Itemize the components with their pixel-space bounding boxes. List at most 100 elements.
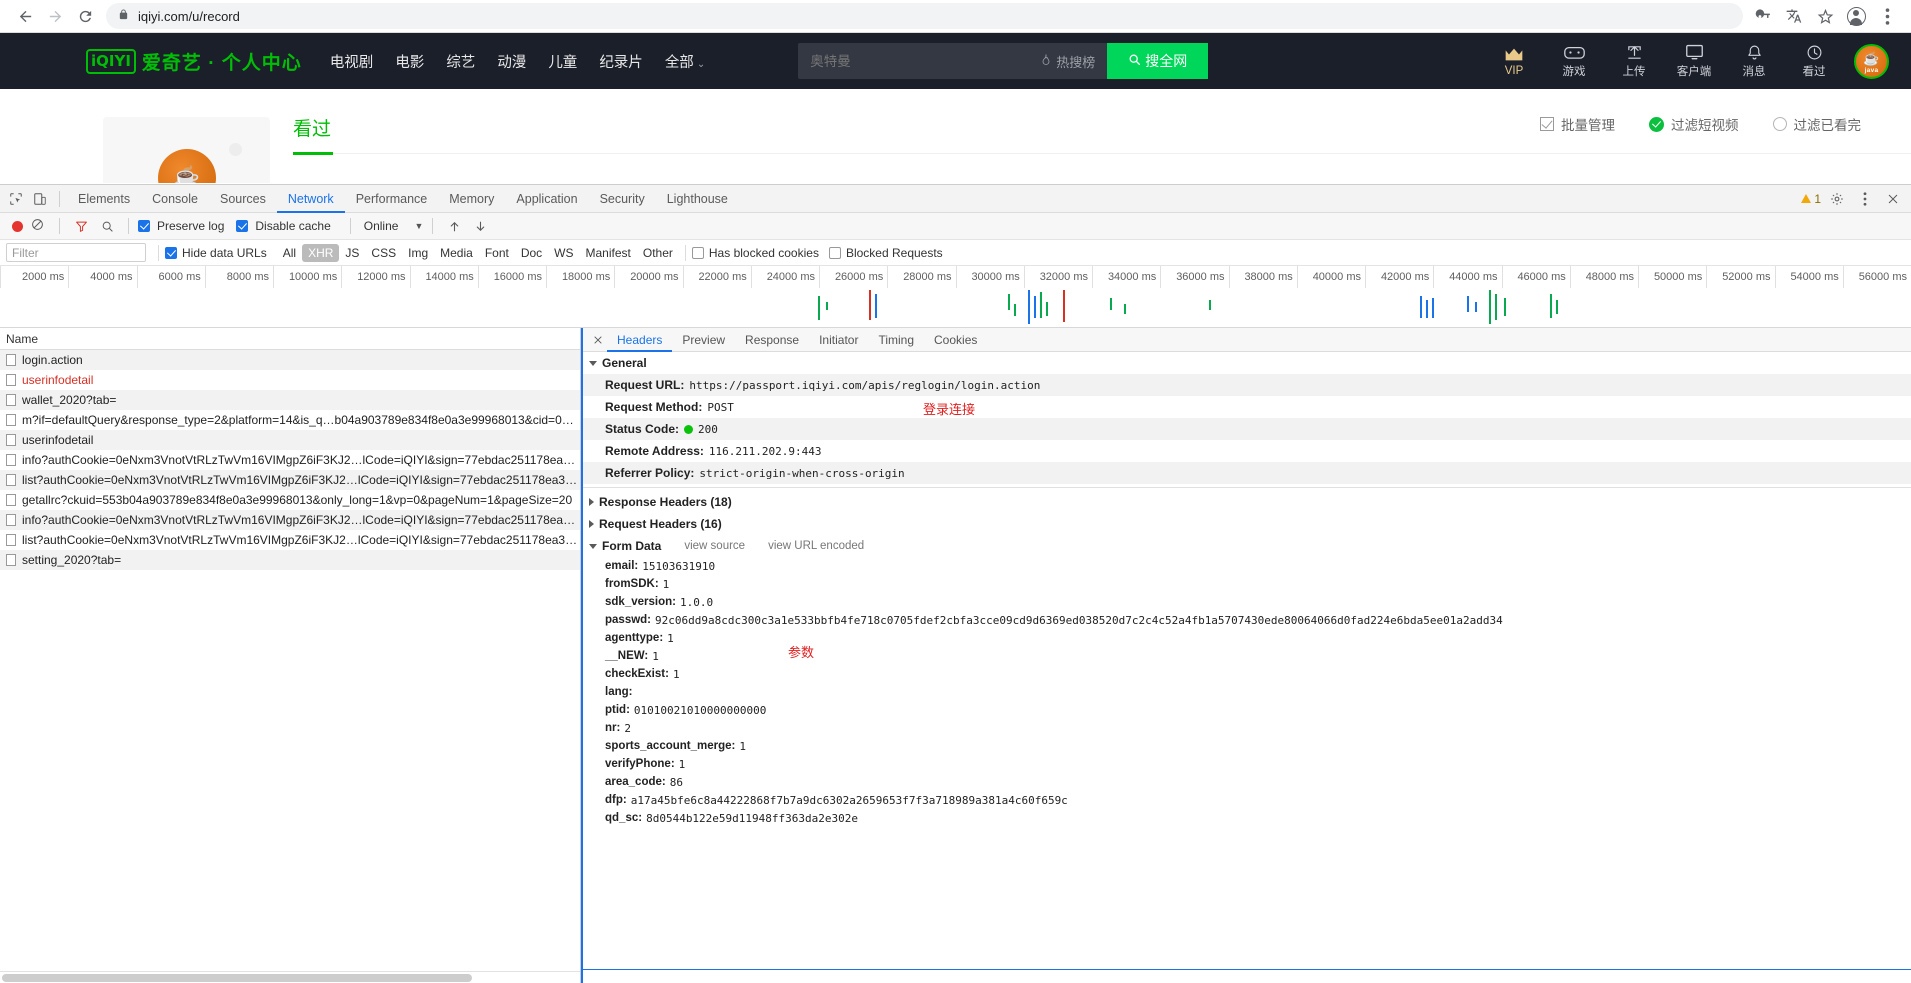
type-filter-other[interactable]: Other — [637, 244, 679, 262]
type-filter-font[interactable]: Font — [479, 244, 515, 262]
view-source-link[interactable]: view source — [684, 540, 745, 552]
status-ok-icon — [684, 424, 694, 434]
games-button[interactable]: 游戏 — [1554, 43, 1594, 79]
request-row[interactable]: list?authCookie=0eNxm3VnotVtRLzTwVm16VIM… — [0, 530, 580, 550]
address-bar[interactable]: iqiyi.com/u/record — [106, 3, 1743, 29]
reload-icon[interactable] — [70, 1, 100, 31]
password-key-icon[interactable] — [1749, 2, 1777, 30]
inspect-element-icon[interactable] — [4, 187, 28, 211]
blocked-requests-checkbox[interactable] — [828, 246, 841, 259]
request-row[interactable]: login.action — [0, 350, 580, 370]
nav-item-tv[interactable]: 电视剧 — [330, 51, 374, 72]
tab-lighthouse[interactable]: Lighthouse — [656, 185, 739, 213]
iqiyi-logo[interactable]: iQIYI 爱奇艺 · 个人中心 — [86, 48, 302, 75]
history-button[interactable]: 看过 — [1794, 43, 1834, 79]
view-url-encoded-link[interactable]: view URL encoded — [768, 540, 864, 552]
disable-cache-checkbox[interactable] — [236, 220, 249, 232]
nav-item-variety[interactable]: 综艺 — [446, 51, 475, 72]
type-filter-media[interactable]: Media — [434, 244, 479, 262]
tab-performance[interactable]: Performance — [345, 185, 439, 213]
form-data-section-header[interactable]: Form Data view source view URL encoded — [583, 535, 1911, 557]
detail-tab-timing[interactable]: Timing — [868, 328, 924, 352]
tab-memory[interactable]: Memory — [438, 185, 505, 213]
filter-input[interactable]: Filter — [6, 243, 146, 262]
filter-finished-toggle[interactable]: 过滤已看完 — [1772, 114, 1861, 134]
request-row[interactable]: m?if=defaultQuery&response_type=2&platfo… — [0, 410, 580, 430]
type-filter-manifest[interactable]: Manifest — [580, 244, 637, 262]
content-tabs: 看过 批量管理 过滤短视频 过滤已看完 — [293, 114, 1911, 155]
has-blocked-cookies-checkbox[interactable] — [691, 246, 704, 259]
back-arrow-icon[interactable] — [10, 1, 40, 31]
close-icon[interactable] — [1881, 187, 1905, 211]
tab-application[interactable]: Application — [505, 185, 588, 213]
translate-icon[interactable] — [1780, 2, 1808, 30]
batch-manage-button[interactable]: 批量管理 — [1540, 114, 1615, 134]
three-dot-menu-icon[interactable] — [1873, 2, 1901, 30]
nav-item-anime[interactable]: 动漫 — [497, 51, 526, 72]
detail-tab-initiator[interactable]: Initiator — [809, 328, 868, 352]
request-row[interactable]: info?authCookie=0eNxm3VnotVtRLzTwVm16VIM… — [0, 510, 580, 530]
request-row[interactable]: userinfodetail — [0, 430, 580, 450]
tab-watched[interactable]: 看过 — [293, 119, 331, 140]
detail-tab-preview[interactable]: Preview — [672, 328, 735, 352]
detail-tab-response[interactable]: Response — [735, 328, 809, 352]
request-list-hscrollbar[interactable] — [0, 971, 580, 983]
request-row[interactable]: setting_2020?tab= — [0, 550, 580, 570]
vip-button[interactable]: VIP — [1494, 45, 1534, 77]
type-filter-img[interactable]: Img — [402, 244, 434, 262]
upload-button[interactable]: 上传 — [1614, 43, 1654, 79]
tab-elements[interactable]: Elements — [67, 185, 141, 213]
nav-item-movie[interactable]: 电影 — [395, 51, 424, 72]
throttle-select[interactable]: Online ▼ — [364, 219, 424, 233]
detail-tab-headers[interactable]: Headers — [607, 328, 672, 352]
request-list-header: Name — [0, 328, 580, 350]
export-har-icon[interactable] — [468, 214, 492, 238]
tab-security[interactable]: Security — [589, 185, 656, 213]
hot-search-button[interactable]: 热搜榜 — [1040, 52, 1107, 71]
tab-sources[interactable]: Sources — [209, 185, 277, 213]
request-row[interactable]: list?authCookie=0eNxm3VnotVtRLzTwVm16VIM… — [0, 470, 580, 490]
request-row[interactable]: userinfodetail — [0, 370, 580, 390]
warning-badge[interactable]: 1 — [1801, 192, 1821, 206]
bookmark-star-icon[interactable] — [1811, 2, 1839, 30]
response-headers-section[interactable]: Response Headers (18) — [583, 491, 1911, 513]
detail-tab-cookies[interactable]: Cookies — [924, 328, 987, 352]
close-icon[interactable] — [589, 331, 607, 349]
hide-data-urls-checkbox[interactable] — [165, 246, 177, 259]
gear-icon[interactable] — [1825, 187, 1849, 211]
search-icon[interactable] — [95, 214, 119, 238]
messages-button[interactable]: 消息 — [1734, 43, 1774, 79]
search-input[interactable] — [798, 53, 1041, 69]
request-list[interactable]: login.action userinfodetail wallet_2020?ta… — [0, 350, 580, 971]
clear-icon[interactable] — [31, 218, 44, 234]
avatar[interactable]: ☕ java — [1854, 43, 1889, 79]
request-row[interactable]: getallrc?ckuid=553b04a903789e834f8e0a3e9… — [0, 490, 580, 510]
tab-network[interactable]: Network — [277, 185, 345, 213]
request-headers-section[interactable]: Request Headers (16) — [583, 513, 1911, 535]
type-filter-all[interactable]: All — [277, 244, 302, 262]
import-har-icon[interactable] — [442, 214, 466, 238]
network-overview[interactable]: 2000 ms 4000 ms 6000 ms 8000 ms 10000 ms 1200… — [0, 266, 1911, 328]
record-icon[interactable] — [12, 220, 23, 232]
client-button[interactable]: 客户端 — [1674, 43, 1714, 79]
search-all-button[interactable]: 搜全网 — [1107, 43, 1209, 79]
type-filter-js[interactable]: JS — [339, 244, 365, 262]
type-filter-xhr[interactable]: XHR — [302, 243, 340, 262]
filter-short-video-toggle[interactable]: 过滤短视频 — [1649, 114, 1739, 134]
profile-icon[interactable] — [1842, 2, 1870, 30]
type-filter-ws[interactable]: WS — [548, 244, 579, 262]
nav-item-documentary[interactable]: 纪录片 — [599, 51, 643, 72]
nav-item-all[interactable]: 全部 ⌄ — [665, 51, 705, 72]
type-filter-css[interactable]: CSS — [365, 244, 402, 262]
kebab-menu-icon[interactable] — [1853, 187, 1877, 211]
funnel-icon[interactable] — [69, 214, 93, 238]
scrollbar-thumb[interactable] — [2, 974, 472, 982]
tab-console[interactable]: Console — [141, 185, 209, 213]
general-section-header[interactable]: General — [583, 352, 1911, 374]
type-filter-doc[interactable]: Doc — [515, 244, 548, 262]
nav-item-kids[interactable]: 儿童 — [548, 51, 577, 72]
request-row[interactable]: wallet_2020?tab= — [0, 390, 580, 410]
device-toolbar-icon[interactable] — [28, 187, 52, 211]
preserve-log-checkbox[interactable] — [138, 220, 150, 232]
request-row[interactable]: info?authCookie=0eNxm3VnotVtRLzTwVm16VIM… — [0, 450, 580, 470]
